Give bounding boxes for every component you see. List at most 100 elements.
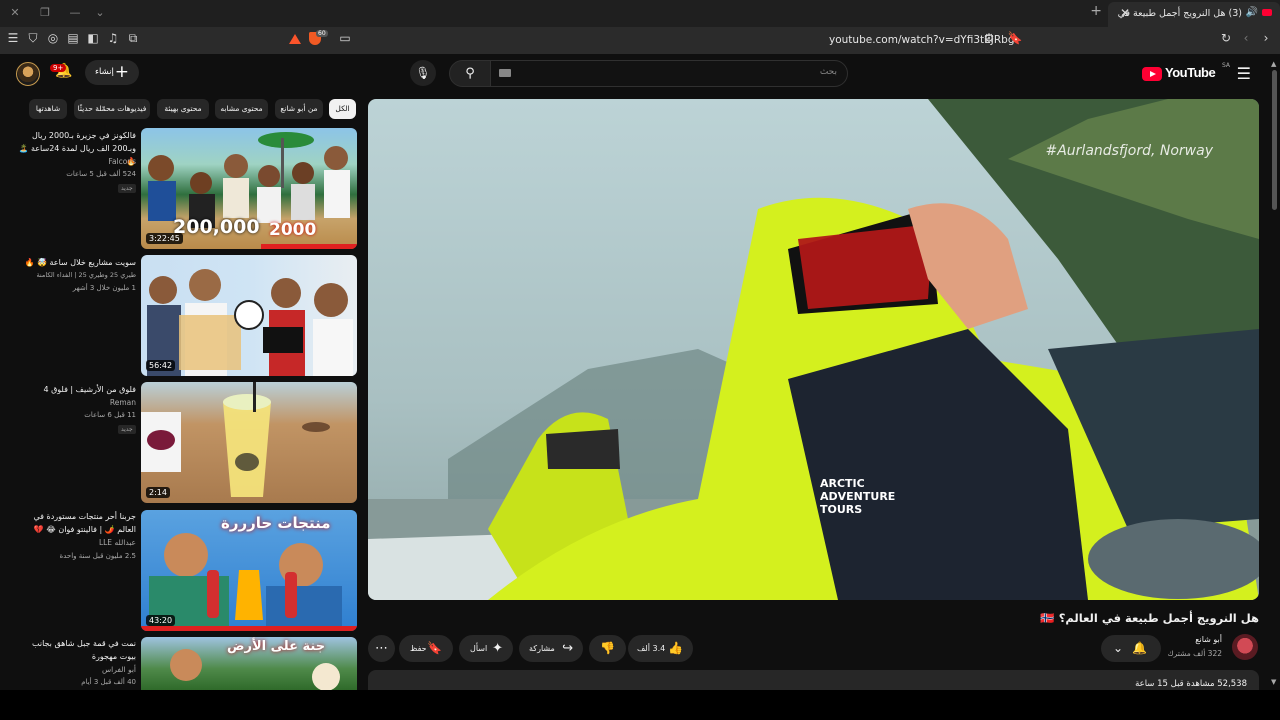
ask-label: اسأل: [470, 644, 488, 653]
chip-similar[interactable]: محتوى مشابه: [215, 99, 268, 119]
youtube-logo-text: YouTube: [1165, 65, 1216, 80]
view-count-and-date: 52,538 مشاهدة قبل 15 ساعة: [1135, 679, 1247, 689]
youtube-play-icon: [1142, 67, 1162, 81]
mic-icon: 🎙: [415, 66, 431, 80]
reload-icon[interactable]: ↻: [1217, 31, 1235, 45]
jacket-logo-text: ARCTIC ADVENTURE TOURS: [820, 477, 896, 516]
extensions-icon[interactable]: ⧉: [124, 31, 142, 46]
related-channel[interactable]: طيري 25 وطيري 25 | الفداء الكامنة: [14, 271, 136, 279]
chip-content[interactable]: محتوى بهيئة: [157, 99, 209, 119]
related-channel[interactable]: أبو الفراس: [14, 665, 136, 674]
tab-title: (3) هل النرويج أجمل طبيعة في: [1117, 8, 1242, 19]
scroll-down-arrow-icon[interactable]: ▼: [1271, 678, 1276, 686]
brave-rewards-icon[interactable]: [289, 34, 301, 44]
search-placeholder: بحث: [819, 67, 837, 77]
notifications-badge: 9+: [50, 64, 67, 72]
browser-tab-active[interactable]: ✕ (3) هل النرويج أجمل طبيعة في 🔊: [1108, 2, 1280, 27]
tab-list-chevron-icon[interactable]: ⌄: [92, 6, 108, 19]
chip-all[interactable]: الكل: [329, 99, 356, 119]
channel-name[interactable]: أبو شانع: [1195, 635, 1222, 644]
related-title[interactable]: فلوق من الأرشيف | فلوق 4: [14, 383, 136, 396]
audio-playing-icon[interactable]: 🔊: [1246, 7, 1258, 18]
thumbnail-art: [147, 269, 353, 376]
chevron-down-icon: ⌄: [1113, 641, 1124, 655]
video-title: هل النرويج أجمل طبيعة في العالم؟ 🇳🇴: [1040, 611, 1259, 625]
share-button[interactable]: ↪ مشاركة: [519, 635, 583, 662]
more-actions-button[interactable]: ⋯: [368, 635, 395, 662]
site-settings-icon[interactable]: ⚙: [980, 31, 998, 45]
bookmark-icon: 🔖: [427, 641, 442, 655]
related-thumbnail[interactable]: 56:42: [141, 255, 357, 376]
guide-menu-icon[interactable]: ☰: [1237, 64, 1251, 83]
bookmark-page-icon[interactable]: 🔖: [1006, 31, 1024, 45]
sidebar-icon[interactable]: ◧: [84, 31, 102, 45]
related-meta: 1 مليون خلال 3 أشهر: [72, 284, 136, 292]
chip-watched[interactable]: شاهدتها: [29, 99, 67, 119]
window-restore-icon[interactable]: ❐: [37, 6, 53, 19]
account-avatar[interactable]: [16, 62, 40, 86]
like-icon: 👍: [668, 641, 683, 655]
new-tab-plus-icon[interactable]: +: [1090, 3, 1102, 19]
related-meta: 40 ألف قبل 3 أيام: [81, 678, 136, 686]
thumbnail-overlay-text: منتجات حارررة: [221, 514, 331, 532]
channel-avatar[interactable]: [1232, 634, 1258, 660]
new-badge: جديد: [118, 184, 136, 193]
thumbnail-overlay-text: 2000: [269, 220, 317, 240]
subscribe-dropdown-button[interactable]: ⌄ 🔔: [1101, 635, 1161, 662]
duration-badge: 2:14: [146, 487, 170, 498]
duration-badge: 3:22:45: [146, 233, 183, 244]
related-title[interactable]: سويت مشاريع خلال ساعة 🤯 🔥: [14, 256, 137, 269]
related-thumbnail[interactable]: 200,000 2000 3:22:45: [141, 128, 357, 249]
related-channel[interactable]: Reman: [14, 398, 136, 407]
youtube-logo[interactable]: YouTube SA: [1142, 62, 1230, 83]
duration-badge: 43:20: [146, 615, 176, 626]
bell-icon: 🔔: [1132, 641, 1147, 655]
save-button[interactable]: 🔖 حفظ: [399, 635, 453, 662]
related-title[interactable]: نمت في قمة جبل شاهق بجانب بيوت مهجورة: [14, 637, 136, 663]
forward-icon[interactable]: ›: [1257, 31, 1275, 45]
like-button[interactable]: 👍 3.4 ألف: [628, 635, 693, 662]
reader-icon[interactable]: ▤: [64, 31, 82, 45]
youtube-favicon-icon: [1262, 9, 1272, 16]
more-icon: ⋯: [375, 641, 388, 656]
window-minimize-icon[interactable]: —: [67, 6, 83, 19]
screen-cast-icon[interactable]: ▭: [336, 31, 354, 45]
share-icon: ↪: [562, 641, 573, 656]
create-label: إنشاء: [95, 67, 114, 77]
video-player[interactable]: #Aurlandsfjord, Norway ARCTIC ADVENTURE …: [368, 99, 1259, 600]
related-thumbnail[interactable]: جنة على الأرض: [141, 637, 357, 690]
search-icon: ⚲: [465, 66, 475, 81]
chip-from-channel[interactable]: من أبو شانع: [275, 99, 323, 119]
ask-button[interactable]: ✦ اسأل: [459, 635, 513, 662]
related-meta: 2.5 مليون قبل سنة واحدة: [59, 552, 136, 560]
related-meta: 11 قبل 6 ساعات: [84, 411, 136, 419]
voice-search-button[interactable]: 🎙: [410, 60, 436, 86]
music-icon[interactable]: ♫: [104, 31, 122, 45]
wallet-icon[interactable]: ◎: [44, 31, 62, 45]
taskbar-strip: [0, 690, 1280, 720]
search-button[interactable]: ⚲: [449, 60, 491, 87]
related-channel[interactable]: Falcons: [14, 157, 136, 166]
sparkle-icon: ✦: [492, 641, 503, 656]
dislike-icon: 👎: [600, 641, 615, 655]
related-thumbnail[interactable]: 2:14: [141, 382, 357, 503]
keyboard-icon[interactable]: [499, 69, 511, 77]
create-button[interactable]: + إنشاء: [85, 60, 139, 85]
chip-recently-uploaded[interactable]: فيديوهات محمّلة حديثًا: [74, 99, 150, 119]
shield-outline-icon[interactable]: ⛉: [24, 31, 42, 46]
browser-toolbar: ☰ ⛉ ◎ ▤ ◧ ♫ ⧉ 60 ▭ youtube.com/watch?v=d…: [0, 27, 1280, 54]
back-icon[interactable]: ‹: [1237, 31, 1255, 45]
search-input[interactable]: بحث: [490, 60, 848, 87]
new-badge: جديد: [118, 425, 136, 434]
thumbnail-overlay-text: 200,000: [173, 216, 260, 238]
related-thumbnail[interactable]: منتجات حارررة 43:20: [141, 510, 357, 631]
window-close-icon[interactable]: ✕: [7, 6, 23, 19]
related-channel[interactable]: عبدالله LLE: [14, 538, 136, 547]
scroll-up-arrow-icon[interactable]: ▲: [1271, 60, 1276, 68]
browser-titlebar: ✕ ❐ — ⌄ + ✕ (3) هل النرويج أجمل طبيعة في…: [0, 0, 1280, 27]
share-label: مشاركة: [529, 644, 555, 653]
related-title[interactable]: جربنا أحر منتجات مستوردة في العالم 🌶️ | …: [14, 510, 136, 536]
dislike-button[interactable]: 👎: [589, 635, 626, 662]
browser-menu-icon[interactable]: ☰: [4, 31, 22, 45]
scrollbar-thumb[interactable]: [1272, 70, 1277, 210]
